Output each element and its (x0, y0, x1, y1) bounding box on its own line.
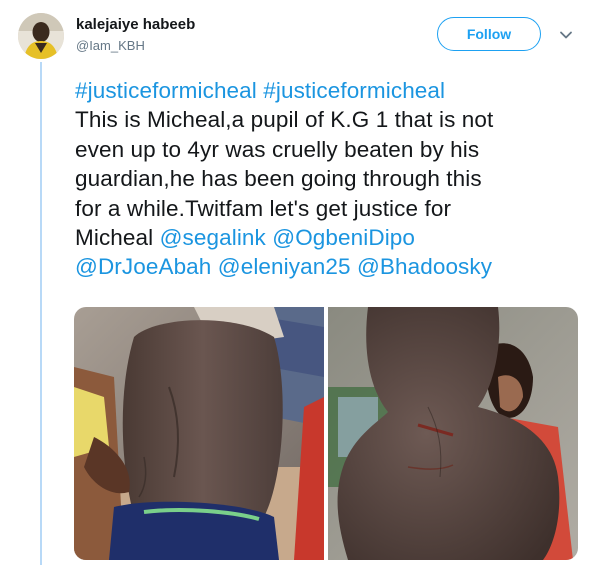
tweet-text-segment: Micheal (75, 225, 160, 251)
tweet-text-segment: for a while.Twitfam let's get justice fo… (75, 195, 452, 221)
mention-link[interactable]: @DrJoeAbah (75, 254, 211, 279)
photo-right[interactable] (328, 307, 578, 560)
tweet-line: guardian,he has been going through this (75, 164, 585, 193)
chevron-down-icon[interactable] (557, 26, 575, 44)
tweet-text-segment: This is Micheal,a pupil of K.G 1 that is… (75, 107, 494, 133)
avatar[interactable] (18, 13, 64, 59)
tweet-text-segment: guardian,he has been going through this (75, 166, 482, 192)
tweet-text: #justiceformicheal #justiceformicheal Thi… (75, 76, 585, 282)
tweet-line: This is Micheal,a pupil of K.G 1 that is… (75, 105, 585, 134)
mention-link[interactable]: @eleniyan25 (218, 254, 351, 279)
tweet-line: Micheal @segalink @OgbeniDipo (75, 223, 585, 252)
media-grid (74, 307, 578, 560)
thread-line (40, 62, 42, 565)
avatar-image (18, 13, 64, 59)
follow-button[interactable]: Follow (437, 17, 541, 51)
hashtag-link[interactable]: #justiceformicheal (75, 78, 257, 103)
hashtag-link[interactable]: #justiceformicheal (263, 78, 445, 103)
tweet-line: @DrJoeAbah @eleniyan25 @Bhadoosky (75, 252, 585, 281)
mention-link[interactable]: @Bhadoosky (357, 254, 492, 279)
photo-left[interactable] (74, 307, 324, 560)
mention-link[interactable]: @segalink (160, 225, 266, 250)
tweet-line: even up to 4yr was cruelly beaten by his (75, 135, 585, 164)
tweet-line: for a while.Twitfam let's get justice fo… (75, 194, 585, 223)
mention-link[interactable]: @OgbeniDipo (272, 225, 415, 250)
tweet-line: #justiceformicheal #justiceformicheal (75, 76, 585, 105)
author-name[interactable]: kalejaiye habeeb (76, 16, 195, 33)
tweet-text-segment: even up to 4yr was cruelly beaten by his (75, 136, 480, 162)
author-handle[interactable]: @Iam_KBH (76, 38, 145, 53)
